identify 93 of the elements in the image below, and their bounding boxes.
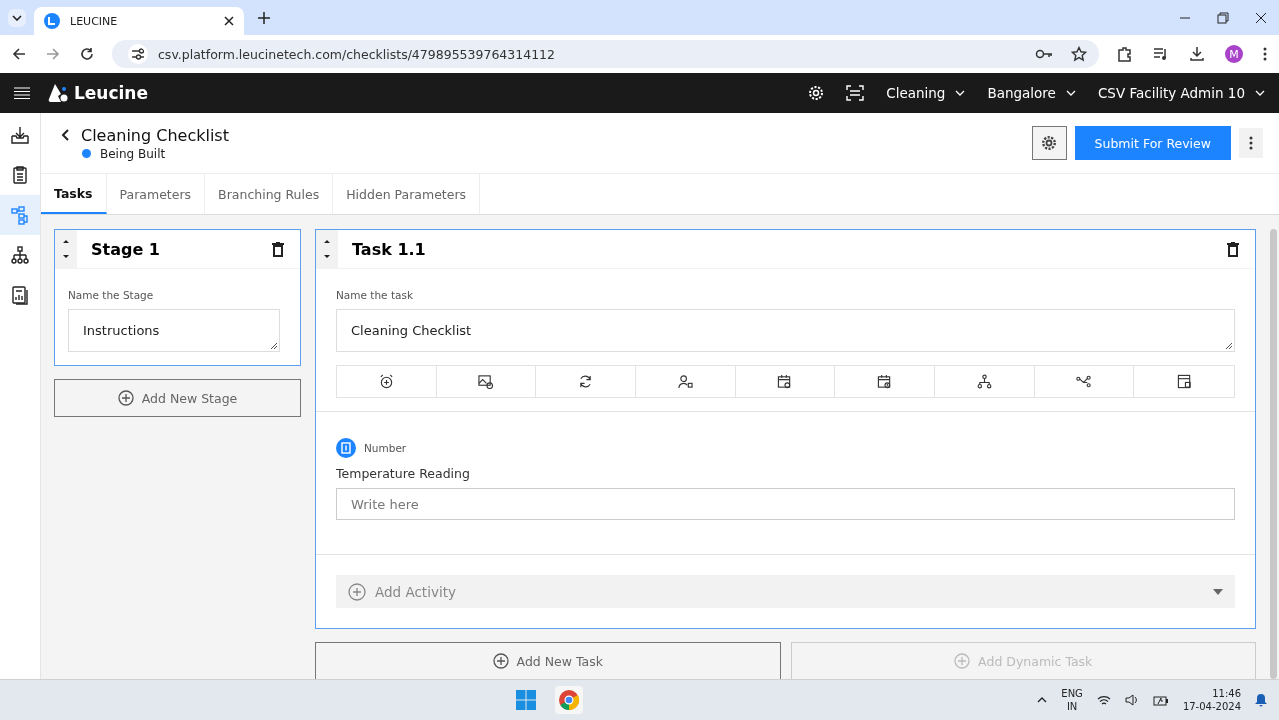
up-down-arrows-icon [62,238,70,260]
more-icon [1249,136,1253,150]
wifi-icon[interactable] [1096,694,1111,706]
stage-title: Stage 1 [91,239,160,259]
status-label: Being Built [100,146,166,161]
alarm-icon[interactable] [378,374,394,389]
clock-time[interactable]: 11:46 [1212,687,1241,700]
header-dropdown[interactable]: Bangalore [987,85,1076,101]
flow-icon [10,205,30,225]
region-indicator[interactable]: IN [1066,700,1078,713]
tab-list-button[interactable] [8,8,26,27]
more-icon[interactable] [1263,47,1267,61]
reorder-control[interactable] [316,230,338,268]
chevron-down-icon [12,14,22,21]
settings-button[interactable] [1031,126,1067,160]
logo-icon [48,84,68,102]
battery-icon[interactable] [1152,694,1169,706]
clock-date[interactable]: 17-04-2024 [1182,700,1241,713]
branch-icon[interactable] [1076,374,1092,389]
site-settings-icon[interactable] [128,44,148,64]
browser-tab[interactable]: LEUCINE [34,7,244,35]
close-icon[interactable] [1255,11,1267,24]
windows-start-icon[interactable] [516,690,536,710]
delete-icon[interactable] [1227,241,1239,257]
stage-name-field[interactable]: Instructions [68,309,280,352]
scan-icon[interactable] [846,85,865,101]
number-icon [336,438,356,458]
reload-icon[interactable] [80,47,94,61]
chevron-down-icon [1255,90,1265,96]
scrollbar[interactable] [1270,229,1277,679]
tab[interactable]: Branching Rules [205,174,334,214]
field-label: Name the task [336,289,414,301]
close-icon[interactable] [224,16,234,26]
header-dropdown[interactable]: Cleaning [886,85,966,101]
field-value: Cleaning Checklist [351,323,472,338]
profile-avatar[interactable]: M [1225,45,1243,63]
chevron-down-icon [1065,90,1076,96]
key-icon[interactable] [1035,48,1053,60]
back-icon[interactable] [12,47,26,61]
field-label: Name the Stage [68,289,155,301]
delete-icon[interactable] [272,241,284,257]
parameter-type: Number [364,442,407,454]
hierarchy-icon [10,245,30,265]
media-icon[interactable] [1153,47,1169,61]
resize-handle-icon[interactable] [270,342,277,349]
parameter-label: Temperature Reading [336,466,471,481]
task-title: Task 1.1 [352,239,426,259]
settings-icon [1041,135,1058,151]
notification-icon[interactable] [1255,693,1267,707]
brand-name: Leucine [74,83,148,103]
forward-icon[interactable] [46,47,60,61]
refresh-icon[interactable] [578,374,594,389]
speaker-icon[interactable] [1124,694,1139,706]
field-value: Instructions [83,323,160,338]
header-dropdown[interactable]: CSV Facility Admin 10 [1097,85,1265,101]
chevron-down-icon [955,90,966,96]
image-icon[interactable] [478,374,494,389]
submit-button[interactable]: Submit For Review [1074,126,1231,160]
star-icon[interactable] [1071,46,1087,62]
menu-icon[interactable] [14,86,30,100]
browser-app-icon[interactable] [555,686,583,714]
tab[interactable]: Hidden Parameters [333,174,481,214]
up-down-arrows-icon [323,238,331,260]
report-icon [10,285,30,305]
plus-circle-icon [492,653,509,669]
task-name-field[interactable]: Cleaning Checklist [336,309,1235,352]
inbox-icon [10,125,30,145]
address-bar[interactable]: csv.platform.leucinetech.com/checklists/479895539764314112 [112,40,1099,68]
new-tab-icon[interactable] [258,11,270,24]
caret-down-icon [1213,588,1223,595]
reorder-control[interactable] [55,230,77,268]
parameter-input[interactable]: Write here [336,488,1235,520]
plus-circle-icon [954,653,971,669]
hierarchy-icon[interactable] [976,374,992,389]
add-stage-button[interactable]: Add New Stage [54,379,301,417]
calendar-clock-icon[interactable] [877,374,893,389]
plus-circle-icon [348,582,366,601]
language-indicator[interactable]: ENG [1061,687,1083,700]
settings-icon[interactable] [808,85,825,101]
tab-title: LEUCINE [70,14,119,28]
back-icon[interactable] [61,129,69,141]
url-text: csv.platform.leucinetech.com/checklists/479895539764314112 [158,46,555,62]
resize-handle-icon[interactable] [1225,342,1232,349]
tab[interactable]: Parameters [106,174,206,214]
page-title: Cleaning Checklist [81,125,229,145]
restore-icon[interactable] [1217,11,1229,24]
favicon-icon [44,13,60,29]
download-icon[interactable] [1189,46,1205,62]
puzzle-icon[interactable] [1117,46,1133,62]
plus-circle-icon [117,390,134,406]
add-task-button[interactable]: Add New Task [315,642,781,680]
clipboard-icon [10,165,30,185]
chevron-up-icon[interactable] [1037,697,1048,703]
